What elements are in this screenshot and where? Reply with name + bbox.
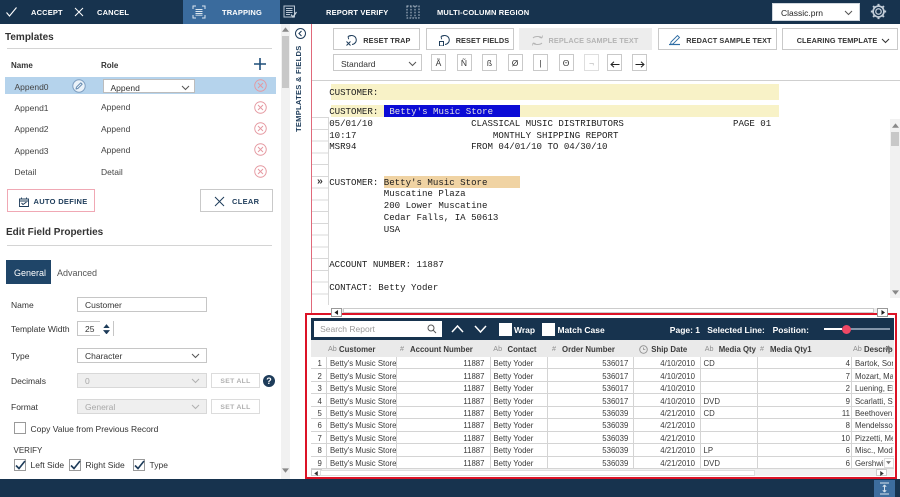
- svg-text:?: ?: [266, 376, 272, 386]
